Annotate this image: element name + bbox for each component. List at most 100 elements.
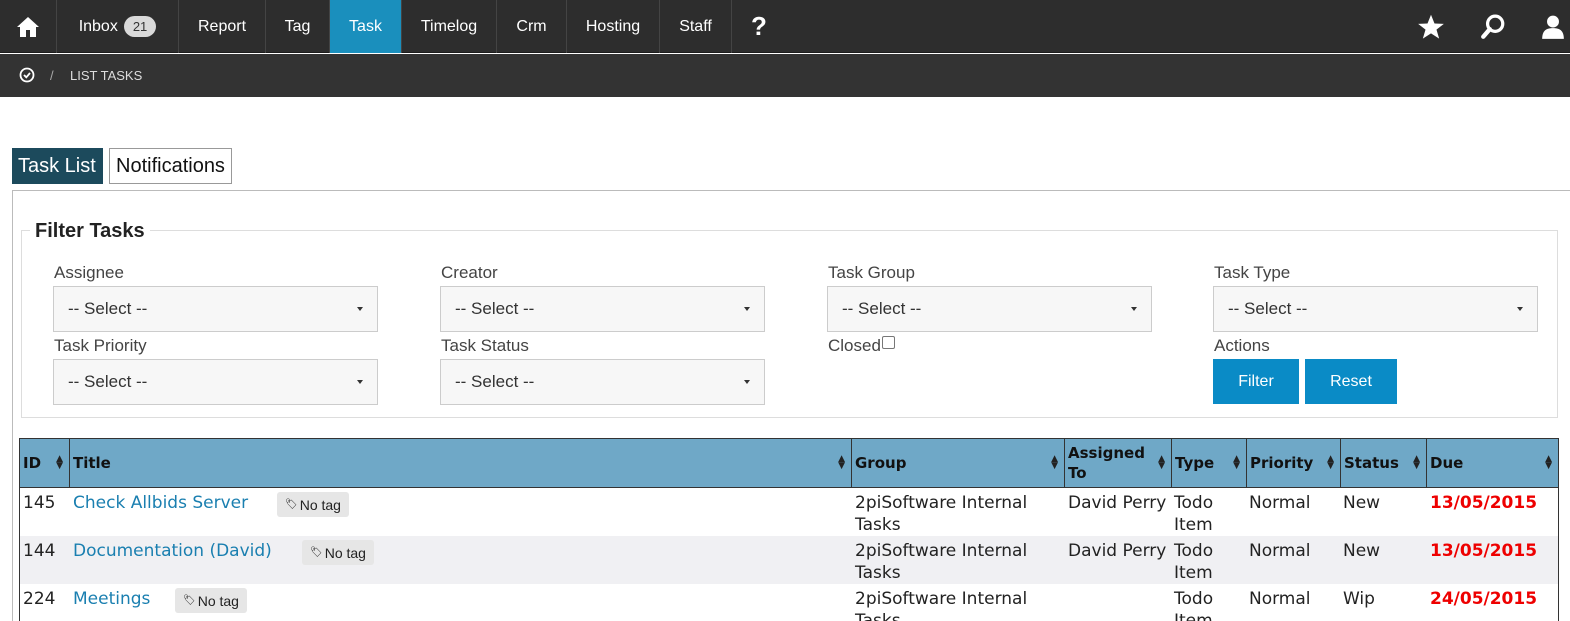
task-status: New [1343,493,1381,513]
nav-tag[interactable]: Tag [266,0,330,53]
task-id: 145 [23,493,56,513]
task-group: 2piSoftware Internal Tasks [855,492,1027,536]
tag-icon: 🏷 [285,499,298,510]
creator-label: Creator [441,263,498,282]
nav-report[interactable]: Report [179,0,266,53]
filter-title: Filter Tasks [30,220,150,243]
col-due-header[interactable]: Due ▲ ▼ [1427,439,1558,487]
task-status: Wip [1343,589,1375,609]
task-group: 2piSoftware Internal Tasks [855,540,1027,584]
col-priority-header[interactable]: Priority ▲ ▼ [1247,439,1341,487]
task-group-line2: Tasks [855,515,901,535]
col-group-header[interactable]: Group ▲ ▼ [852,439,1065,487]
task-priority-select-value: -- Select -- [68,372,148,391]
task-type-line1: Todo [1174,589,1214,609]
star-icon[interactable] [1413,0,1449,53]
closed-label: Closed [828,336,881,355]
col-assigned-label: Assigned To [1068,444,1145,482]
tab-notifications[interactable]: Notifications [109,148,232,184]
home-icon[interactable] [0,0,57,53]
task-status-select[interactable]: -- Select -- [440,359,765,405]
tag-label: No tag [197,592,239,609]
nav-crm[interactable]: Crm [497,0,567,53]
reset-button[interactable]: Reset [1305,359,1397,404]
inbox-count-badge: 21 [123,16,157,37]
task-type-line2: Item [1174,611,1213,621]
caret-down-icon [1517,307,1523,311]
sort-icon: ▲ ▼ [1158,454,1165,471]
task-group-line2: Tasks [855,611,901,621]
tab-task-list[interactable]: Task List [12,148,103,184]
col-group-label: Group [855,454,907,472]
tag-badge[interactable]: 🏷 No tag [302,540,374,565]
nav-task[interactable]: Task [330,0,402,53]
task-title-link[interactable]: Check Allbids Server [73,492,248,514]
tag-label: No tag [299,496,341,513]
filter-button[interactable]: Filter [1213,359,1299,404]
task-type: Todo Item [1174,588,1213,621]
task-status: New [1343,541,1381,561]
breadcrumb: / LIST TASKS [0,54,1570,97]
task-group-label: Task Group [828,263,915,282]
task-group: 2piSoftware Internal Tasks [855,588,1027,621]
col-id-label: ID [23,454,42,472]
task-id: 224 [23,589,56,609]
closed-checkbox[interactable] [882,336,895,349]
col-title-header[interactable]: Title ▲ ▼ [70,439,852,487]
sort-icon: ▲ ▼ [1051,454,1058,471]
assignee-select[interactable]: -- Select -- [53,286,378,332]
creator-select[interactable]: -- Select -- [440,286,765,332]
task-priority: Normal [1249,493,1311,513]
nav-timelog[interactable]: Timelog [402,0,497,53]
nav-staff[interactable]: Staff [660,0,732,53]
search-icon[interactable] [1475,0,1511,53]
caret-down-icon [744,380,750,384]
caret-down-icon [357,307,363,311]
task-title-link[interactable]: Meetings [73,588,150,610]
caret-down-icon [357,380,363,384]
user-icon[interactable] [1535,0,1570,53]
col-type-header[interactable]: Type ▲ ▼ [1172,439,1247,487]
task-title-link[interactable]: Documentation (David) [73,540,272,562]
task-due-date: 24/05/2015 [1430,589,1538,609]
task-type: Todo Item [1174,492,1213,536]
nav-inbox-label: Inbox [78,17,118,35]
task-status-label: Task Status [441,336,529,355]
tag-badge[interactable]: 🏷 No tag [175,588,247,613]
task-id: 144 [23,541,56,561]
tag-badge[interactable]: 🏷 No tag [277,492,349,517]
task-assigned: David Perry [1068,541,1167,561]
task-group-select[interactable]: -- Select -- [827,286,1152,332]
sort-icon: ▲ ▼ [1545,454,1552,471]
col-assigned-header[interactable]: Assigned To ▲ ▼ [1065,439,1172,487]
task-priority-select[interactable]: -- Select -- [53,359,378,405]
task-priority: Normal [1249,589,1311,609]
task-group-select-value: -- Select -- [842,299,922,318]
sort-icon: ▲ ▼ [1327,454,1334,471]
sort-icon: ▲ ▼ [1413,454,1420,471]
tag-icon: 🏷 [183,595,196,606]
task-due-date: 13/05/2015 [1430,541,1538,561]
check-circle-icon[interactable] [19,67,35,88]
task-type: Todo Item [1174,540,1213,584]
task-type-select-value: -- Select -- [1228,299,1308,318]
col-type-label: Type [1175,454,1215,472]
sort-icon: ▲ ▼ [1233,454,1240,471]
table-row: 145 Check Allbids Server 🏷 No tag 2piSoft… [19,488,1559,536]
col-id-header[interactable]: ID ▲ ▼ [20,439,70,487]
assignee-select-value: -- Select -- [68,299,148,318]
caret-down-icon [744,307,750,311]
col-status-header[interactable]: Status ▲ ▼ [1341,439,1427,487]
task-type-select[interactable]: -- Select -- [1213,286,1538,332]
task-group-line1: 2piSoftware Internal [855,493,1028,513]
nav-help[interactable]: ? [732,0,786,53]
col-due-label: Due [1430,454,1464,472]
nav-inbox[interactable]: Inbox 21 [57,0,179,53]
creator-select-value: -- Select -- [455,299,535,318]
sort-icon: ▲ ▼ [56,454,63,471]
task-priority-label: Task Priority [54,336,147,355]
task-due-date: 13/05/2015 [1430,493,1538,513]
tag-icon: 🏷 [310,547,323,558]
nav-hosting[interactable]: Hosting [567,0,660,53]
task-group-line1: 2piSoftware Internal [855,541,1028,561]
